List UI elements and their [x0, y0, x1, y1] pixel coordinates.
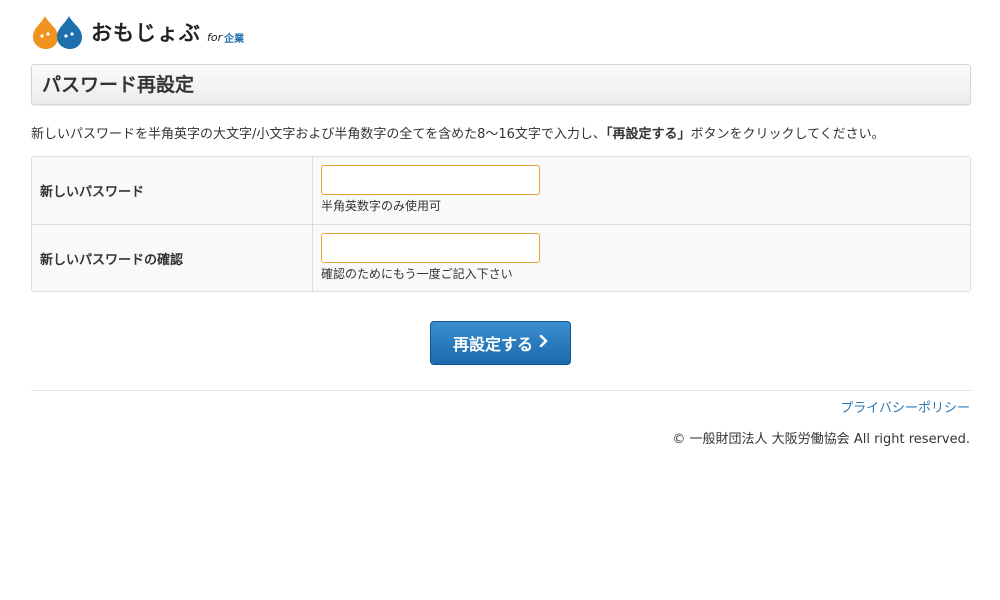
- brand-for-label: for: [207, 30, 223, 44]
- footer-divider: [31, 390, 971, 391]
- instructions-text: 新しいパスワードを半角英字の大文字/小文字および半角数字の全てを含めた8〜16文…: [31, 126, 991, 144]
- reset-password-button-label: 再設定する: [452, 335, 533, 354]
- password-form: 新しいパスワード 半角英数字のみ使用可 新しいパスワードの確認 確認のためにもう…: [31, 156, 971, 292]
- confirm-password-hint: 確認のためにもう一度ご記入下さい: [321, 267, 513, 281]
- site-header: おもじょぶ for 企業: [31, 13, 244, 51]
- page-title: パスワード再設定: [42, 74, 195, 96]
- brand-corp-label: 企業: [224, 33, 245, 45]
- page-title-box: パスワード再設定: [31, 64, 971, 105]
- confirm-password-cell: 確認のためにもう一度ご記入下さい: [313, 225, 970, 291]
- confirm-password-label: 新しいパスワードの確認: [32, 225, 313, 291]
- instructions-suffix: ボタンをクリックしてください。: [690, 127, 885, 142]
- new-password-hint: 半角英数字のみ使用可: [321, 199, 442, 213]
- instructions-emphasis: 「再設定する」: [605, 127, 691, 142]
- chevron-right-icon: [539, 334, 548, 351]
- brand-name: おもじょぶ: [91, 21, 201, 45]
- copyright-text: © 一般財団法人 大阪労働協会 All right reserved.: [672, 432, 970, 447]
- logo-icon[interactable]: [31, 14, 85, 50]
- reset-password-button[interactable]: 再設定する: [430, 321, 571, 365]
- privacy-policy-link[interactable]: プライバシーポリシー: [840, 397, 970, 416]
- submit-area: 再設定する: [430, 321, 571, 365]
- confirm-password-input[interactable]: [321, 233, 540, 263]
- new-password-input[interactable]: [321, 165, 540, 195]
- form-row-new-password: 新しいパスワード 半角英数字のみ使用可: [32, 157, 970, 224]
- form-row-confirm-password: 新しいパスワードの確認 確認のためにもう一度ご記入下さい: [32, 224, 970, 291]
- new-password-cell: 半角英数字のみ使用可: [313, 157, 970, 224]
- new-password-label: 新しいパスワード: [32, 157, 313, 224]
- instructions-prefix: 新しいパスワードを半角英字の大文字/小文字および半角数字の全てを含めた8〜16文…: [31, 127, 606, 142]
